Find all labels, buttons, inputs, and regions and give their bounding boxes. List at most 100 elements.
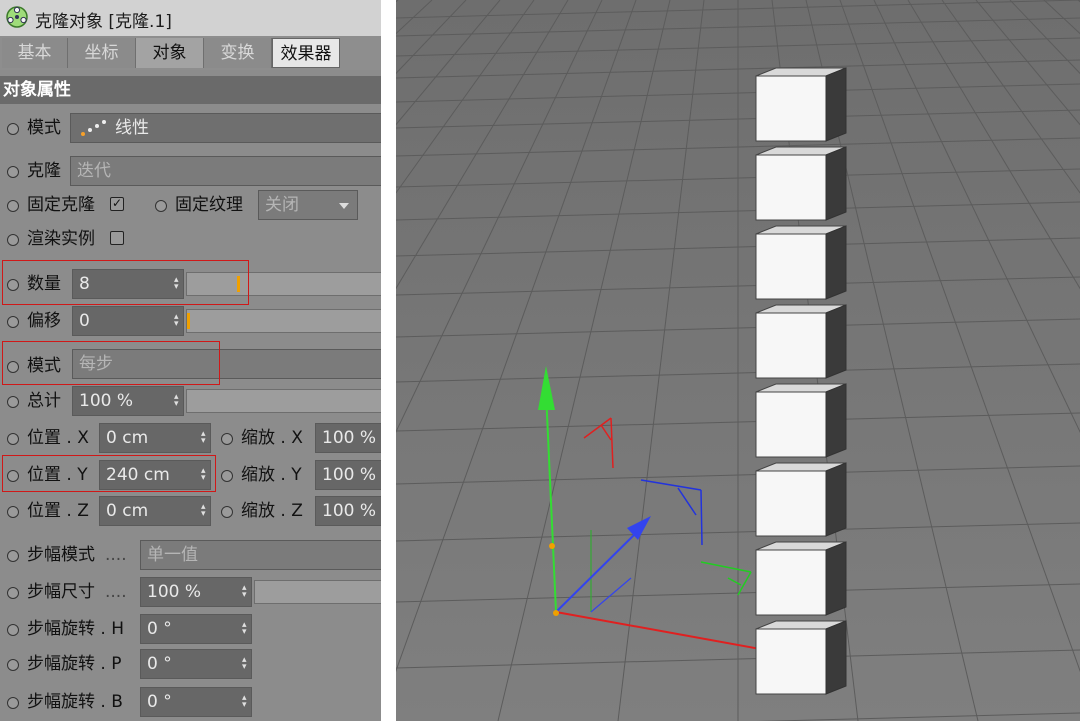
clone-cube <box>755 541 847 616</box>
highlight-box-count <box>2 260 249 305</box>
anim-radio-step-rot-p[interactable] <box>7 659 19 671</box>
step-rot-h-input[interactable]: 0 ° ▴ ▾ <box>140 614 252 644</box>
linear-mode-icon <box>81 120 106 136</box>
anim-radio-scale-y[interactable] <box>221 470 233 482</box>
highlight-box-mode <box>2 341 220 385</box>
cube-front-face <box>755 549 827 616</box>
step-mode-label: 步幅模式 <box>27 545 95 565</box>
clone-cube <box>755 225 847 300</box>
anim-radio-scale-x[interactable] <box>221 433 233 445</box>
anim-radio-fix-texture[interactable] <box>155 200 167 212</box>
step-rot-b-input[interactable]: 0 ° ▴ ▾ <box>140 687 252 717</box>
mode-select[interactable]: 线性 <box>70 113 381 143</box>
step-rot-p-input[interactable]: 0 ° ▴ ▾ <box>140 649 252 679</box>
spin-arrows-icon[interactable]: ▴ ▾ <box>201 503 208 519</box>
attribute-manager: 克隆对象 [克隆.1] 基本 坐标 对象 变换 效果器 对象属性 模式 线性 克… <box>0 0 381 721</box>
pos-x-value: 0 cm <box>106 428 149 448</box>
total-slider[interactable] <box>186 389 381 413</box>
spin-arrows-icon[interactable]: ▴ ▾ <box>201 430 208 446</box>
clone-cube <box>755 67 847 142</box>
anim-radio-render-instance[interactable] <box>7 234 19 246</box>
3d-viewport[interactable] <box>396 0 1080 721</box>
anim-radio-clone[interactable] <box>7 166 19 178</box>
cube-front-face <box>755 312 827 379</box>
cube-front-face <box>755 628 827 695</box>
highlight-box-pos-y <box>2 455 216 492</box>
clone-cube <box>755 620 847 695</box>
anim-radio-scale-z[interactable] <box>221 506 233 518</box>
anim-radio-fix-clone[interactable] <box>7 200 19 212</box>
cube-front-face <box>755 75 827 142</box>
pos-x-label: 位置 . X <box>27 428 89 448</box>
anim-radio-total[interactable] <box>7 396 19 408</box>
tab-object[interactable]: 对象 <box>136 38 204 68</box>
window-title: 克隆对象 [克隆.1] <box>35 12 172 32</box>
section-header: 对象属性 <box>0 76 381 104</box>
anim-radio-step-rot-b[interactable] <box>7 697 19 709</box>
scale-z-input[interactable]: 100 % <box>315 496 381 526</box>
tab-effectors[interactable]: 效果器 <box>272 38 340 68</box>
viewport-scene[interactable] <box>396 0 1080 721</box>
offset-input[interactable]: 0 ▴ ▾ <box>72 306 184 336</box>
dropdown-icon <box>339 203 349 209</box>
step-size-dots: .... <box>105 582 127 602</box>
fix-texture-select[interactable]: 关闭 <box>258 190 358 220</box>
anim-radio-step-mode[interactable] <box>7 550 19 562</box>
spin-arrows-icon[interactable]: ▴ ▾ <box>242 656 249 672</box>
offset-slider[interactable] <box>186 309 381 333</box>
step-rot-p-label: 步幅旋转 . P <box>27 654 122 674</box>
anim-radio-offset[interactable] <box>7 316 19 328</box>
spin-arrows-icon[interactable]: ▴ ▾ <box>242 621 249 637</box>
cloner-icon <box>6 6 28 28</box>
step-rot-p-value: 0 ° <box>147 654 172 674</box>
mode-label: 模式 <box>27 118 61 138</box>
cube-side-face <box>825 620 847 695</box>
step-mode-value: 单一值 <box>147 545 198 565</box>
step-size-slider[interactable] <box>254 580 381 604</box>
pos-x-input[interactable]: 0 cm ▴ ▾ <box>99 423 211 453</box>
cube-side-face <box>825 541 847 616</box>
render-instance-checkbox[interactable] <box>110 231 124 245</box>
anim-radio-pos-x[interactable] <box>7 433 19 445</box>
anim-radio-step-size[interactable] <box>7 587 19 599</box>
cube-front-face <box>755 391 827 458</box>
cube-front-face <box>755 233 827 300</box>
spin-arrows-icon[interactable]: ▴ ▾ <box>242 694 249 710</box>
step-mode-dots: .... <box>105 545 127 565</box>
fix-clone-checkbox[interactable]: ✓ <box>110 197 124 211</box>
cube-front-face <box>755 154 827 221</box>
scale-x-input[interactable]: 100 % <box>315 423 381 453</box>
cube-side-face <box>825 383 847 458</box>
pos-z-value: 0 cm <box>106 501 149 521</box>
tab-basic[interactable]: 基本 <box>2 38 68 68</box>
tab-coordinates[interactable]: 坐标 <box>68 38 136 68</box>
gizmo-midpoint <box>549 543 555 549</box>
scale-z-label: 缩放 . Z <box>241 501 303 521</box>
clone-select[interactable]: 迭代 <box>70 156 381 186</box>
cube-front-face <box>755 470 827 537</box>
step-size-value: 100 % <box>147 582 202 602</box>
total-value: 100 % <box>79 391 134 411</box>
scale-z-value: 100 % <box>322 501 377 521</box>
fix-texture-value: 关闭 <box>265 195 299 215</box>
step-mode-select[interactable]: 单一值 <box>140 540 381 570</box>
anim-radio-mode[interactable] <box>7 123 19 135</box>
scale-y-input[interactable]: 100 % <box>315 460 381 490</box>
spin-arrows-icon[interactable]: ▴ ▾ <box>174 313 181 329</box>
offset-slider-handle[interactable] <box>187 313 190 329</box>
spin-arrows-icon[interactable]: ▴ ▾ <box>174 393 181 409</box>
offset-value: 0 <box>79 311 90 331</box>
total-input[interactable]: 100 % ▴ ▾ <box>72 386 184 416</box>
pos-z-input[interactable]: 0 cm ▴ ▾ <box>99 496 211 526</box>
cube-side-face <box>825 146 847 221</box>
anim-radio-pos-z[interactable] <box>7 506 19 518</box>
tab-transform[interactable]: 变换 <box>204 38 272 68</box>
spin-arrows-icon[interactable]: ▴ ▾ <box>242 584 249 600</box>
anim-radio-step-rot-h[interactable] <box>7 624 19 636</box>
cube-side-face <box>825 225 847 300</box>
tab-bar: 基本 坐标 对象 变换 效果器 <box>0 36 381 70</box>
step-rot-b-value: 0 ° <box>147 692 172 712</box>
cube-side-face <box>825 67 847 142</box>
fix-clone-label: 固定克隆 <box>27 195 95 215</box>
step-size-input[interactable]: 100 % ▴ ▾ <box>140 577 252 607</box>
